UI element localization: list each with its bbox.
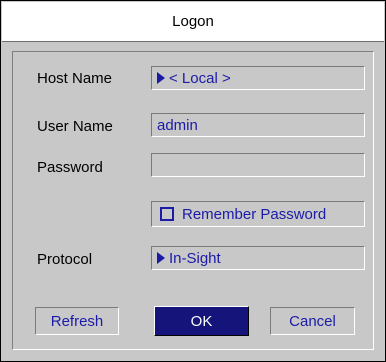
user-name-field[interactable]: admin [151,113,365,137]
dropdown-triangle-icon [157,252,165,264]
refresh-button[interactable]: Refresh [35,307,119,335]
logon-dialog: Logon Host Name < Local > User Name admi… [0,0,386,362]
user-name-value: admin [157,116,198,134]
remember-password-label: Remember Password [182,205,327,223]
user-name-label: User Name [37,118,113,135]
logon-form: Host Name < Local > User Name admin Pass… [12,51,374,350]
password-field[interactable] [151,153,365,177]
password-label: Password [37,159,103,176]
host-name-dropdown[interactable]: < Local > [151,66,365,90]
protocol-dropdown[interactable]: In-Sight [151,246,365,270]
remember-password-checkbox[interactable]: Remember Password [151,201,365,227]
host-name-value: < Local > [169,69,231,87]
host-name-label: Host Name [37,70,113,87]
dropdown-triangle-icon [157,72,165,84]
protocol-label: Protocol [37,251,93,268]
ok-button[interactable]: OK [154,306,249,336]
dialog-title: Logon [2,2,384,42]
protocol-value: In-Sight [169,249,221,267]
checkbox-unchecked-icon [160,207,174,221]
cancel-button[interactable]: Cancel [270,307,355,335]
